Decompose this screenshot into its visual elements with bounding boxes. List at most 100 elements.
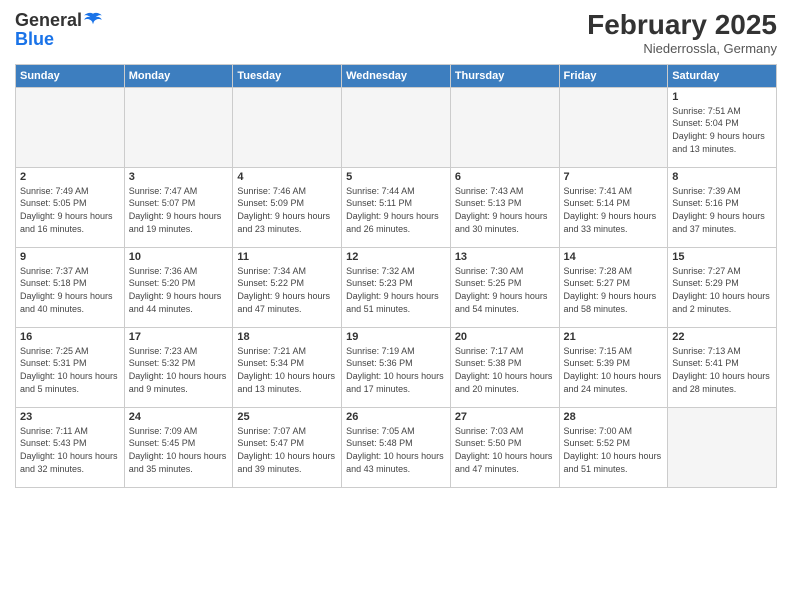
day-number: 27 <box>455 411 555 423</box>
calendar-week-row: 23 Sunrise: 7:11 AMSunset: 5:43 PMDayligh… <box>16 407 777 487</box>
day-number: 10 <box>129 251 229 263</box>
calendar-day-cell: 27 Sunrise: 7:03 AMSunset: 5:50 PMDayligh… <box>450 407 559 487</box>
day-number: 25 <box>237 411 337 423</box>
day-info: Sunrise: 7:41 AMSunset: 5:14 PMDaylight:… <box>564 185 664 235</box>
day-info: Sunrise: 7:07 AMSunset: 5:47 PMDaylight:… <box>237 425 337 475</box>
calendar-weekday-header: Sunday <box>16 64 125 87</box>
calendar-day-cell: 15Sunrise: 7:27 AMSunset: 5:29 PMDayligh… <box>668 247 777 327</box>
calendar-day-cell: 11 Sunrise: 7:34 AMSunset: 5:22 PMDayligh… <box>233 247 342 327</box>
day-number: 2 <box>20 171 120 183</box>
calendar-weekday-header: Wednesday <box>342 64 451 87</box>
day-number: 24 <box>129 411 229 423</box>
day-number: 14 <box>564 251 664 263</box>
day-number: 11 <box>237 251 337 263</box>
day-number: 23 <box>20 411 120 423</box>
calendar-header-row: SundayMondayTuesdayWednesdayThursdayFrid… <box>16 64 777 87</box>
day-info: Sunrise: 7:47 AMSunset: 5:07 PMDaylight:… <box>129 185 229 235</box>
calendar-day-cell <box>668 407 777 487</box>
calendar-day-cell: 17 Sunrise: 7:23 AMSunset: 5:32 PMDayligh… <box>124 327 233 407</box>
calendar-day-cell: 3 Sunrise: 7:47 AMSunset: 5:07 PMDaylight… <box>124 167 233 247</box>
calendar-day-cell: 18 Sunrise: 7:21 AMSunset: 5:34 PMDayligh… <box>233 327 342 407</box>
day-number: 5 <box>346 171 446 183</box>
title-block: February 2025 Niederrossla, Germany <box>587 10 777 56</box>
calendar-day-cell: 1Sunrise: 7:51 AMSunset: 5:04 PMDaylight… <box>668 87 777 167</box>
day-number: 13 <box>455 251 555 263</box>
day-number: 17 <box>129 331 229 343</box>
calendar-day-cell: 28 Sunrise: 7:00 AMSunset: 5:52 PMDayligh… <box>559 407 668 487</box>
day-number: 16 <box>20 331 120 343</box>
calendar-weekday-header: Friday <box>559 64 668 87</box>
month-title: February 2025 <box>587 10 777 41</box>
logo: General Blue <box>15 10 102 50</box>
logo-bird-icon <box>84 12 102 26</box>
day-info: Sunrise: 7:51 AMSunset: 5:04 PMDaylight:… <box>672 105 772 155</box>
day-number: 15 <box>672 251 772 263</box>
calendar-day-cell: 24 Sunrise: 7:09 AMSunset: 5:45 PMDayligh… <box>124 407 233 487</box>
calendar-day-cell: 16 Sunrise: 7:25 AMSunset: 5:31 PMDayligh… <box>16 327 125 407</box>
day-number: 7 <box>564 171 664 183</box>
header: General Blue February 2025 Niederrossla,… <box>15 10 777 56</box>
day-info: Sunrise: 7:17 AMSunset: 5:38 PMDaylight:… <box>455 345 555 395</box>
calendar-weekday-header: Thursday <box>450 64 559 87</box>
day-info: Sunrise: 7:23 AMSunset: 5:32 PMDaylight:… <box>129 345 229 395</box>
day-number: 18 <box>237 331 337 343</box>
day-info: Sunrise: 7:44 AMSunset: 5:11 PMDaylight:… <box>346 185 446 235</box>
calendar-day-cell <box>233 87 342 167</box>
logo-general-text: General <box>15 10 82 31</box>
calendar-day-cell <box>124 87 233 167</box>
calendar-weekday-header: Saturday <box>668 64 777 87</box>
location: Niederrossla, Germany <box>587 41 777 56</box>
day-number: 8 <box>672 171 772 183</box>
calendar-day-cell: 20 Sunrise: 7:17 AMSunset: 5:38 PMDayligh… <box>450 327 559 407</box>
day-info: Sunrise: 7:28 AMSunset: 5:27 PMDaylight:… <box>564 265 664 315</box>
calendar-day-cell <box>559 87 668 167</box>
day-number: 21 <box>564 331 664 343</box>
day-number: 4 <box>237 171 337 183</box>
calendar-day-cell <box>450 87 559 167</box>
day-info: Sunrise: 7:49 AMSunset: 5:05 PMDaylight:… <box>20 185 120 235</box>
day-info: Sunrise: 7:11 AMSunset: 5:43 PMDaylight:… <box>20 425 120 475</box>
day-info: Sunrise: 7:46 AMSunset: 5:09 PMDaylight:… <box>237 185 337 235</box>
calendar-day-cell: 13 Sunrise: 7:30 AMSunset: 5:25 PMDayligh… <box>450 247 559 327</box>
calendar-day-cell: 6 Sunrise: 7:43 AMSunset: 5:13 PMDaylight… <box>450 167 559 247</box>
day-info: Sunrise: 7:09 AMSunset: 5:45 PMDaylight:… <box>129 425 229 475</box>
logo-blue-text: Blue <box>15 29 102 50</box>
calendar-table: SundayMondayTuesdayWednesdayThursdayFrid… <box>15 64 777 488</box>
day-number: 12 <box>346 251 446 263</box>
day-info: Sunrise: 7:43 AMSunset: 5:13 PMDaylight:… <box>455 185 555 235</box>
calendar-week-row: 1Sunrise: 7:51 AMSunset: 5:04 PMDaylight… <box>16 87 777 167</box>
day-info: Sunrise: 7:00 AMSunset: 5:52 PMDaylight:… <box>564 425 664 475</box>
calendar-day-cell: 12 Sunrise: 7:32 AMSunset: 5:23 PMDayligh… <box>342 247 451 327</box>
day-number: 26 <box>346 411 446 423</box>
calendar-week-row: 2 Sunrise: 7:49 AMSunset: 5:05 PMDaylight… <box>16 167 777 247</box>
day-number: 22 <box>672 331 772 343</box>
calendar-day-cell: 10 Sunrise: 7:36 AMSunset: 5:20 PMDayligh… <box>124 247 233 327</box>
page-container: General Blue February 2025 Niederrossla,… <box>0 0 792 498</box>
day-info: Sunrise: 7:34 AMSunset: 5:22 PMDaylight:… <box>237 265 337 315</box>
calendar-day-cell: 5 Sunrise: 7:44 AMSunset: 5:11 PMDaylight… <box>342 167 451 247</box>
day-number: 20 <box>455 331 555 343</box>
day-info: Sunrise: 7:19 AMSunset: 5:36 PMDaylight:… <box>346 345 446 395</box>
day-info: Sunrise: 7:15 AMSunset: 5:39 PMDaylight:… <box>564 345 664 395</box>
calendar-day-cell: 7 Sunrise: 7:41 AMSunset: 5:14 PMDaylight… <box>559 167 668 247</box>
day-number: 28 <box>564 411 664 423</box>
day-number: 6 <box>455 171 555 183</box>
day-info: Sunrise: 7:21 AMSunset: 5:34 PMDaylight:… <box>237 345 337 395</box>
calendar-day-cell <box>342 87 451 167</box>
day-info: Sunrise: 7:25 AMSunset: 5:31 PMDaylight:… <box>20 345 120 395</box>
day-number: 9 <box>20 251 120 263</box>
day-number: 19 <box>346 331 446 343</box>
day-info: Sunrise: 7:13 AMSunset: 5:41 PMDaylight:… <box>672 345 772 395</box>
calendar-day-cell: 22 Sunrise: 7:13 AMSunset: 5:41 PMDayligh… <box>668 327 777 407</box>
day-info: Sunrise: 7:32 AMSunset: 5:23 PMDaylight:… <box>346 265 446 315</box>
day-info: Sunrise: 7:36 AMSunset: 5:20 PMDaylight:… <box>129 265 229 315</box>
day-info: Sunrise: 7:05 AMSunset: 5:48 PMDaylight:… <box>346 425 446 475</box>
calendar-day-cell: 25 Sunrise: 7:07 AMSunset: 5:47 PMDayligh… <box>233 407 342 487</box>
day-info: Sunrise: 7:30 AMSunset: 5:25 PMDaylight:… <box>455 265 555 315</box>
day-info: Sunrise: 7:03 AMSunset: 5:50 PMDaylight:… <box>455 425 555 475</box>
calendar-day-cell: 2 Sunrise: 7:49 AMSunset: 5:05 PMDaylight… <box>16 167 125 247</box>
day-number: 3 <box>129 171 229 183</box>
day-info: Sunrise: 7:37 AMSunset: 5:18 PMDaylight:… <box>20 265 120 315</box>
calendar-week-row: 16 Sunrise: 7:25 AMSunset: 5:31 PMDayligh… <box>16 327 777 407</box>
calendar-weekday-header: Monday <box>124 64 233 87</box>
